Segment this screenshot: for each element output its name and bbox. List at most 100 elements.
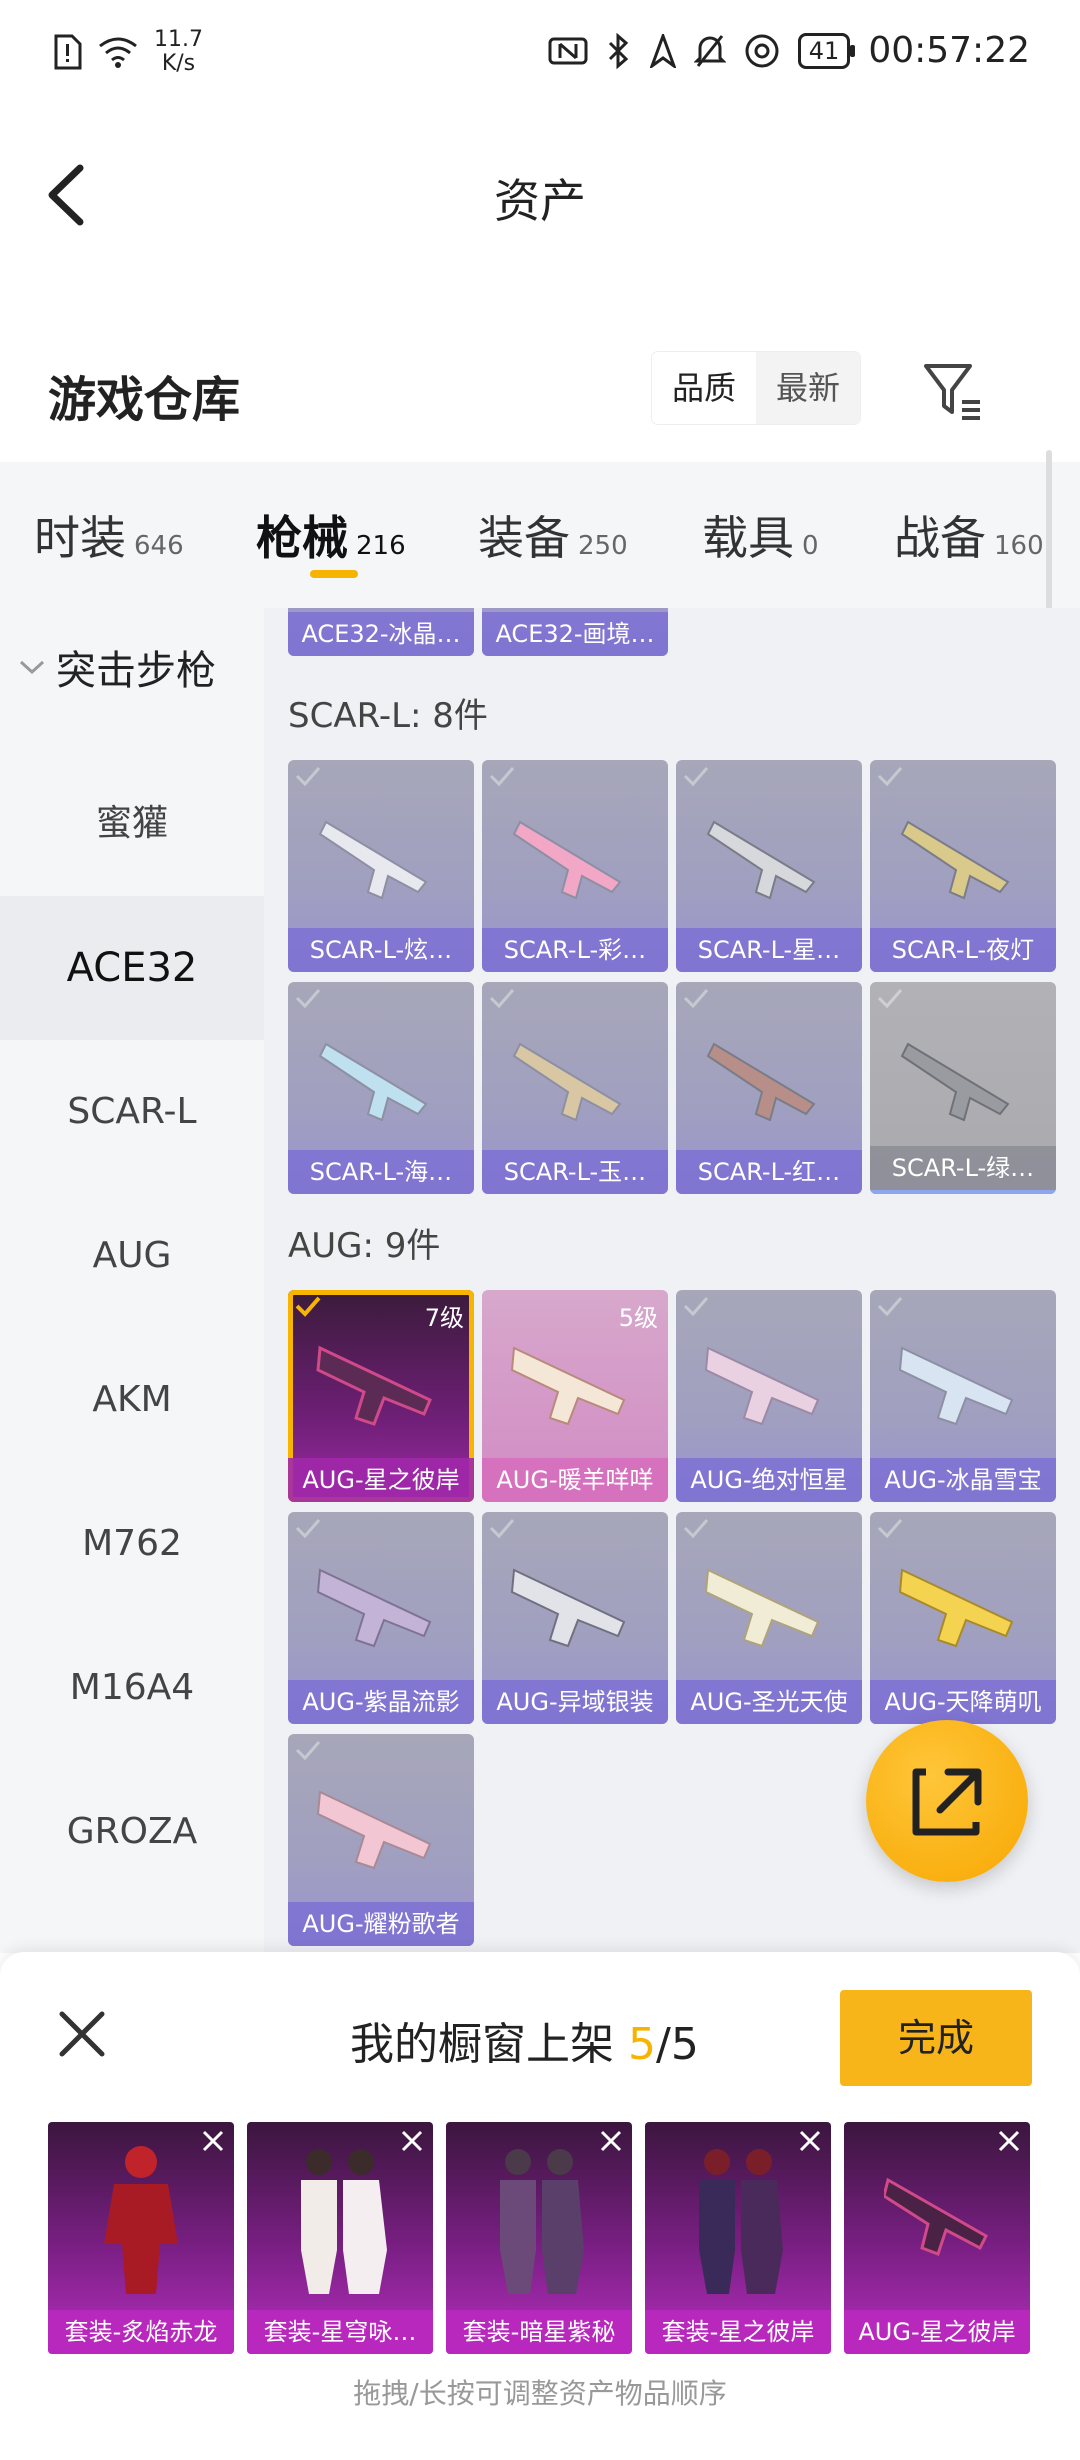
slot-caption: 套装-星穹咏… bbox=[247, 2310, 433, 2354]
item-card[interactable]: AUG-异域银装 bbox=[482, 1512, 668, 1724]
sidebar-item-scar-l[interactable]: SCAR-L bbox=[0, 1040, 264, 1184]
battery-level: 41 bbox=[808, 36, 840, 65]
sidebar-item-m16a4[interactable]: M16A4 bbox=[0, 1616, 264, 1760]
close-icon[interactable] bbox=[56, 2008, 108, 2060]
item-card[interactable]: SCAR-L-炫… bbox=[288, 760, 474, 972]
item-card[interactable]: SCAR-L-星… bbox=[676, 760, 862, 972]
item-card[interactable]: SCAR-L-玉… bbox=[482, 982, 668, 1194]
bluetooth-icon bbox=[608, 32, 628, 69]
sort-quality-button[interactable]: 品质 bbox=[652, 352, 756, 424]
item-card[interactable]: AUG-圣光天使 bbox=[676, 1512, 862, 1724]
item-caption: SCAR-L-红… bbox=[676, 1150, 862, 1194]
reorder-hint: 拖拽/长按可调整资产物品顺序 bbox=[353, 2377, 727, 2410]
item-card[interactable]: SCAR-L-红… bbox=[676, 982, 862, 1194]
character-outfit-icon bbox=[104, 2146, 178, 2294]
section-title-scar-l: SCAR-L: 8件 bbox=[288, 696, 488, 736]
item-card[interactable]: AUG-紫晶流影 bbox=[288, 1512, 474, 1724]
item-card[interactable]: 5级 AUG-暖羊咩咩 bbox=[482, 1290, 668, 1502]
tab-label: 装备 bbox=[478, 511, 570, 565]
tab-count: 646 bbox=[134, 531, 184, 561]
sidebar-item-akm[interactable]: AKM bbox=[0, 1328, 264, 1472]
bullpup-rifle-icon bbox=[316, 1568, 432, 1648]
item-caption: SCAR-L-海… bbox=[288, 1150, 474, 1194]
character-outfit-icon bbox=[301, 2149, 387, 2294]
tab-count: 0 bbox=[802, 531, 819, 561]
showcase-slot[interactable]: 套装-星之彼岸 bbox=[645, 2122, 831, 2354]
weapon-sidebar: 突击步枪 蜜獾 ACE32 SCAR-L AUG AKM M762 M16A4 … bbox=[0, 608, 264, 1953]
tab-supplies[interactable]: 战备 160 bbox=[894, 502, 1044, 568]
item-card-selected[interactable]: 7级 AUG-星之彼岸 bbox=[288, 1290, 474, 1502]
tab-count: 250 bbox=[578, 531, 628, 561]
filter-icon[interactable] bbox=[920, 358, 984, 422]
item-caption: ACE32-冰晶… bbox=[288, 612, 474, 656]
tab-fashion[interactable]: 时装 646 bbox=[34, 502, 184, 568]
sidebar-item-m762[interactable]: M762 bbox=[0, 1472, 264, 1616]
sidebar-item-groza[interactable]: GROZA bbox=[0, 1760, 264, 1904]
status-bar: 11.7 K/s 41 00:57:22 bbox=[0, 0, 1080, 110]
showcase-total: /5 bbox=[656, 2019, 699, 2070]
tab-vehicles[interactable]: 载具 0 bbox=[702, 502, 819, 568]
item-caption: AUG-耀粉歌者 bbox=[288, 1902, 474, 1946]
item-caption: AUG-暖羊咩咩 bbox=[482, 1458, 668, 1502]
item-card[interactable]: ACE32-画境… bbox=[482, 608, 668, 656]
remove-icon[interactable] bbox=[399, 2128, 425, 2154]
rifle-icon bbox=[318, 820, 428, 900]
rifle-icon bbox=[512, 1042, 622, 1122]
sidebar-item-aug[interactable]: AUG bbox=[0, 1184, 264, 1328]
item-card[interactable]: SCAR-L-绿… bbox=[870, 982, 1056, 1194]
item-caption: AUG-星之彼岸 bbox=[288, 1458, 474, 1502]
bullpup-rifle-icon bbox=[884, 2177, 988, 2256]
showcase-slot[interactable]: 套装-炙焰赤龙 bbox=[48, 2122, 234, 2354]
item-card[interactable]: AUG-冰晶雪宝 bbox=[870, 1290, 1056, 1502]
item-caption: AUG-异域银装 bbox=[482, 1680, 668, 1724]
net-speed-value: 11.7 bbox=[154, 27, 203, 52]
sidebar-item-honey-badger[interactable]: 蜜獾 bbox=[0, 752, 264, 896]
item-card[interactable]: AUG-耀粉歌者 bbox=[288, 1734, 474, 1946]
item-caption: AUG-紫晶流影 bbox=[288, 1680, 474, 1724]
showcase-slot[interactable]: 套装-暗星紫秘 bbox=[446, 2122, 632, 2354]
remove-icon[interactable] bbox=[996, 2128, 1022, 2154]
item-card[interactable]: AUG-绝对恒星 bbox=[676, 1290, 862, 1502]
item-caption: SCAR-L-绿… bbox=[870, 1146, 1056, 1194]
remove-icon[interactable] bbox=[598, 2128, 624, 2154]
showcase-count: 5 bbox=[628, 2019, 656, 2070]
showcase-slot[interactable]: AUG-星之彼岸 bbox=[844, 2122, 1030, 2354]
alert-sim-icon bbox=[54, 34, 82, 70]
item-caption: AUG-天降萌叽 bbox=[870, 1680, 1056, 1724]
item-card[interactable]: SCAR-L-夜灯 bbox=[870, 760, 1056, 972]
tab-label: 枪械 bbox=[256, 511, 348, 565]
sidebar-item-ace32[interactable]: ACE32 bbox=[0, 896, 264, 1040]
tab-firearms[interactable]: 枪械 216 bbox=[256, 502, 406, 568]
remove-icon[interactable] bbox=[797, 2128, 823, 2154]
remove-icon[interactable] bbox=[200, 2128, 226, 2154]
item-card[interactable]: SCAR-L-彩… bbox=[482, 760, 668, 972]
sort-latest-button[interactable]: 最新 bbox=[756, 352, 860, 424]
clock: 00:57:22 bbox=[868, 30, 1030, 71]
bullpup-rifle-icon bbox=[316, 1790, 432, 1870]
share-button[interactable] bbox=[866, 1720, 1028, 1882]
item-caption: SCAR-L-炫… bbox=[288, 928, 474, 972]
tabs-scrollbar[interactable] bbox=[1046, 450, 1052, 615]
showcase-slot[interactable]: 套装-星穹咏… bbox=[247, 2122, 433, 2354]
bullpup-rifle-icon bbox=[316, 1345, 432, 1426]
section-title-aug: AUG: 9件 bbox=[288, 1226, 441, 1266]
done-button[interactable]: 完成 bbox=[840, 1990, 1032, 2086]
tab-equipment[interactable]: 装备 250 bbox=[478, 502, 628, 568]
item-card[interactable]: ACE32-冰晶… bbox=[288, 608, 474, 656]
bullpup-rifle-icon bbox=[898, 1568, 1014, 1648]
slot-caption: AUG-星之彼岸 bbox=[844, 2310, 1030, 2354]
bullpup-rifle-icon bbox=[704, 1568, 820, 1648]
showcase-title-text: 我的橱窗上架 bbox=[350, 2019, 628, 2070]
tab-count: 216 bbox=[356, 531, 406, 561]
net-speed-unit: K/s bbox=[161, 51, 196, 76]
item-caption: SCAR-L-玉… bbox=[482, 1150, 668, 1194]
item-card[interactable]: AUG-天降萌叽 bbox=[870, 1512, 1056, 1724]
sort-toggle: 品质 最新 bbox=[652, 352, 860, 424]
item-card[interactable]: SCAR-L-海… bbox=[288, 982, 474, 1194]
nfc-icon bbox=[548, 37, 588, 64]
chevron-down-icon bbox=[19, 660, 45, 675]
item-caption: SCAR-L-彩… bbox=[482, 928, 668, 972]
bullpup-rifle-icon bbox=[510, 1346, 626, 1426]
character-outfit-icon bbox=[699, 2149, 783, 2294]
sidebar-group-assault-rifles[interactable]: 突击步枪 bbox=[18, 638, 216, 696]
